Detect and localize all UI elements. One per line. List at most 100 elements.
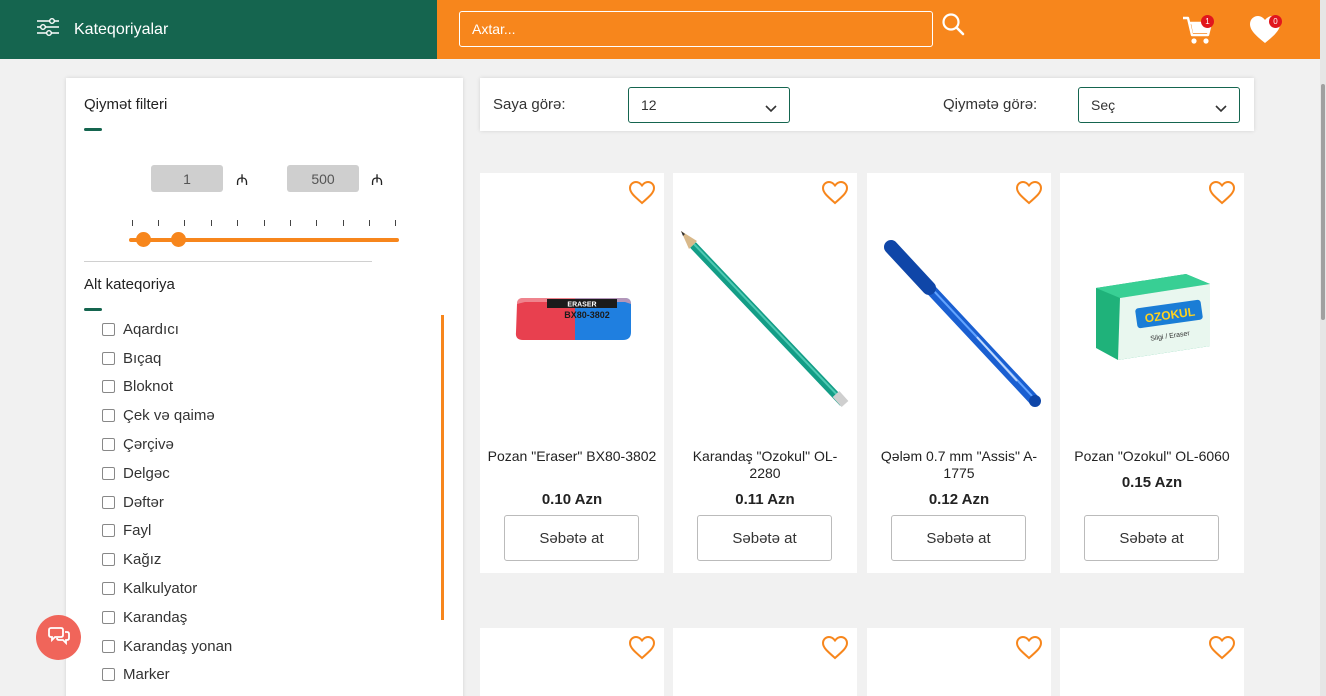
add-to-cart-button[interactable]: Səbətə at xyxy=(891,515,1026,561)
price-sort-select[interactable]: Seç xyxy=(1078,87,1240,123)
cart-icon xyxy=(1181,16,1215,50)
subcategory-item[interactable]: Çərçivə xyxy=(102,430,422,459)
subcategory-label: Bloknot xyxy=(123,378,174,396)
price-slider-min-handle[interactable] xyxy=(136,232,151,247)
checkbox[interactable] xyxy=(102,380,115,394)
count-label: Saya görə: xyxy=(493,96,566,113)
checkbox[interactable] xyxy=(102,495,115,509)
product-card[interactable] xyxy=(673,628,857,696)
product-name[interactable]: Pozan "Ozokul" OL-6060 xyxy=(1066,448,1238,465)
categories-menu-button[interactable]: Kateqoriyalar xyxy=(0,0,437,59)
cart-count-badge: 1 xyxy=(1201,15,1214,28)
currency-symbol: ₼ xyxy=(371,172,384,189)
subcategory-item[interactable]: Bıçaq xyxy=(102,344,422,373)
price-max-input[interactable] xyxy=(287,165,359,192)
heart-outline-icon[interactable] xyxy=(1208,635,1236,661)
page-scrollbar-thumb[interactable] xyxy=(1321,84,1325,320)
product-name[interactable]: Qələm 0.7 mm "Assis" A-1775 xyxy=(873,448,1045,482)
favorites-button[interactable]: 0 xyxy=(1249,14,1283,46)
heart-outline-icon[interactable] xyxy=(821,635,849,661)
add-to-cart-button[interactable]: Səbətə at xyxy=(697,515,832,561)
product-image[interactable]: OZOKUL Silgi / Eraser xyxy=(1060,213,1244,423)
subcategory-label: Bıçaq xyxy=(123,349,162,367)
product-card[interactable]: Qələm 0.7 mm "Assis" A-1775 0.12 Azn Səb… xyxy=(867,173,1051,573)
product-card[interactable] xyxy=(867,628,1051,696)
checkbox[interactable] xyxy=(102,639,115,653)
product-name[interactable]: Karandaş "Ozokul" OL-2280 xyxy=(679,448,851,482)
sort-toolbar: Saya görə: 12 Qiymətə görə: Seç xyxy=(480,78,1254,131)
chat-bubbles-icon xyxy=(47,625,70,650)
product-price: 0.15 Azn xyxy=(1121,474,1183,491)
chevron-down-icon xyxy=(765,100,777,116)
checkbox[interactable] xyxy=(102,524,115,538)
subcategory-item[interactable]: Aqardıcı xyxy=(102,315,422,344)
eraser-code-text: BX80-3802 xyxy=(564,310,610,320)
add-to-cart-button[interactable]: Səbətə at xyxy=(504,515,639,561)
product-card[interactable]: ERASER BX80-3802 Pozan "Eraser" BX80-380… xyxy=(480,173,664,573)
subcategory-label: Delgəc xyxy=(123,464,170,482)
chat-button[interactable] xyxy=(36,615,81,660)
price-slider-max-handle[interactable] xyxy=(171,232,186,247)
product-card[interactable]: OZOKUL Silgi / Eraser Pozan "Ozokul" OL-… xyxy=(1060,173,1244,573)
subcategory-label: Marker xyxy=(123,666,170,684)
price-sort-label: Qiymətə görə: xyxy=(943,96,1038,113)
subcategory-item[interactable]: Marker xyxy=(102,661,422,690)
heart-outline-icon[interactable] xyxy=(1015,180,1043,206)
title-underline xyxy=(84,308,102,311)
product-image[interactable] xyxy=(673,213,857,423)
checkbox[interactable] xyxy=(102,610,115,624)
subcategory-label: Karandaş yonan xyxy=(123,637,233,655)
heart-outline-icon[interactable] xyxy=(628,635,656,661)
eraser-brand-text: ERASER xyxy=(567,302,596,309)
slider-ticks xyxy=(132,220,396,228)
subcategory-item[interactable]: Kalkulyator xyxy=(102,574,422,603)
price-min-input[interactable] xyxy=(151,165,223,192)
product-image[interactable] xyxy=(867,213,1051,423)
heart-outline-icon[interactable] xyxy=(628,180,656,206)
subcategory-label: Karandaş xyxy=(123,608,188,626)
subcategory-item[interactable]: Bloknot xyxy=(102,373,422,402)
chevron-down-icon xyxy=(1215,100,1227,116)
site-header: Kateqoriyalar 1 xyxy=(0,0,1326,59)
subcategory-item[interactable]: Kağız xyxy=(102,545,422,574)
divider xyxy=(84,261,372,262)
checkbox[interactable] xyxy=(102,466,115,480)
product-card[interactable] xyxy=(1060,628,1244,696)
subcategory-scrollbar[interactable] xyxy=(441,315,444,620)
price-range-slider[interactable] xyxy=(129,238,399,242)
categories-label: Kateqoriyalar xyxy=(74,20,169,38)
search-input[interactable] xyxy=(459,11,933,47)
favorites-count-badge: 0 xyxy=(1269,15,1282,28)
checkbox[interactable] xyxy=(102,409,115,423)
subcategory-item[interactable]: Çek və qaimə xyxy=(102,401,422,430)
checkbox[interactable] xyxy=(102,351,115,365)
product-price: 0.12 Azn xyxy=(928,491,990,508)
checkbox[interactable] xyxy=(102,668,115,682)
subcategory-label: Çek və qaimə xyxy=(123,407,215,425)
heart-outline-icon[interactable] xyxy=(1015,635,1043,661)
product-price: 0.11 Azn xyxy=(735,491,795,508)
subcategory-item[interactable]: Dəftər xyxy=(102,488,422,517)
count-select[interactable]: 12 xyxy=(628,87,790,123)
checkbox[interactable] xyxy=(102,582,115,596)
subcategory-title: Alt kateqoriya xyxy=(84,276,175,293)
heart-outline-icon[interactable] xyxy=(1208,180,1236,206)
checkbox[interactable] xyxy=(102,322,115,336)
add-to-cart-button[interactable]: Səbətə at xyxy=(1084,515,1219,561)
filter-sidebar: Qiymət filteri ₼ ₼ Alt kateqoriya Aqardı… xyxy=(66,78,463,696)
cart-button[interactable]: 1 xyxy=(1181,14,1215,46)
checkbox[interactable] xyxy=(102,438,115,452)
title-underline xyxy=(84,128,102,131)
heart-outline-icon[interactable] xyxy=(821,180,849,206)
product-image[interactable]: ERASER BX80-3802 xyxy=(480,213,664,423)
product-card[interactable] xyxy=(480,628,664,696)
price-sort-value: Seç xyxy=(1091,97,1116,113)
product-card[interactable]: Karandaş "Ozokul" OL-2280 0.11 Azn Səbət… xyxy=(673,173,857,573)
search-icon[interactable] xyxy=(941,12,967,38)
subcategory-item[interactable]: Fayl xyxy=(102,517,422,546)
product-name[interactable]: Pozan "Eraser" BX80-3802 xyxy=(486,448,658,465)
subcategory-item[interactable]: Karandaş yonan xyxy=(102,632,422,661)
subcategory-item[interactable]: Karandaş xyxy=(102,603,422,632)
checkbox[interactable] xyxy=(102,553,115,567)
subcategory-item[interactable]: Delgəc xyxy=(102,459,422,488)
